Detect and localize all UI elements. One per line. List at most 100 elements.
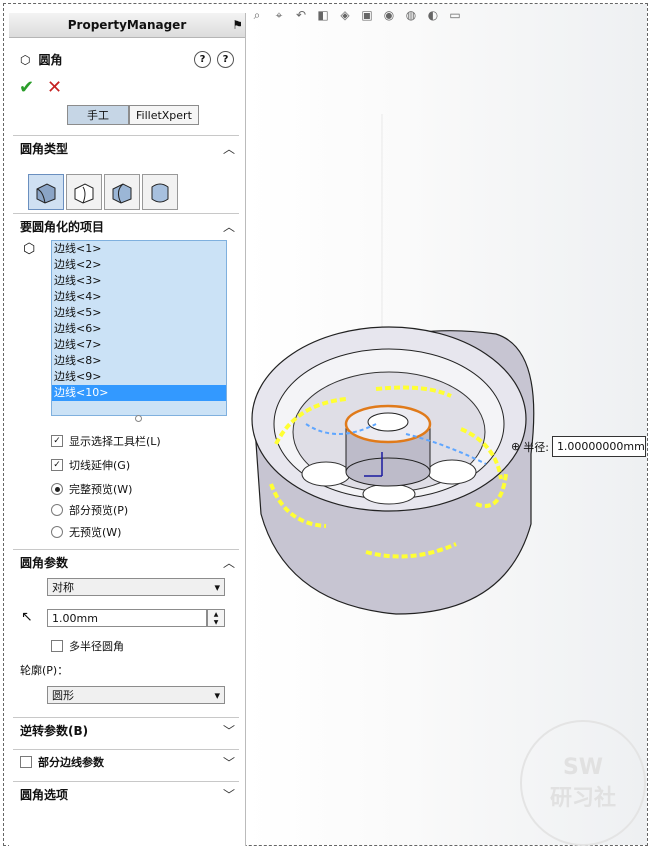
hide-show-icon[interactable]: ◉	[380, 6, 398, 24]
multi-radius-option[interactable]: 多半径圆角	[51, 638, 124, 654]
section-setback-label: 逆转参数(B)	[20, 723, 89, 738]
radius-callout-label: 半径:	[523, 440, 549, 454]
chevron-up-icon: ︿	[222, 141, 235, 156]
edge-list-item[interactable]: 边线<7>	[52, 337, 226, 353]
fillet-type-buttons	[28, 174, 180, 210]
previous-view-icon[interactable]: ↶	[292, 6, 310, 24]
edge-list-item[interactable]: 边线<2>	[52, 257, 226, 273]
view-orientation-icon[interactable]: ◈	[336, 6, 354, 24]
panel-title: PropertyManager	[67, 18, 187, 32]
apply-scene-icon[interactable]: ◐	[424, 6, 442, 24]
section-partial-edge-params[interactable]: 部分边线参数 ﹀	[9, 751, 245, 773]
chevron-down-icon: ﹀	[222, 723, 235, 738]
option-label: 无预览(W)	[69, 526, 122, 539]
edge-list-item[interactable]: 边线<10>	[52, 385, 226, 401]
edge-face-icon: ⬡	[23, 241, 36, 257]
chevron-down-icon: ﹀	[222, 755, 235, 770]
option-label: 多半径圆角	[69, 640, 124, 653]
edge-list-item[interactable]: 边线<9>	[52, 369, 226, 385]
checkbox-unchecked[interactable]	[20, 756, 32, 768]
section-items-label: 要圆角化的项目	[20, 219, 105, 234]
heads-up-toolbar: ⌕ ⌖ ↶ ◧ ◈ ▣ ◉ ◍ ◐ ▭	[248, 6, 464, 24]
full-round-fillet-button[interactable]	[142, 174, 178, 210]
edge-list-item[interactable]: 边线<8>	[52, 353, 226, 369]
section-params-label: 圆角参数	[20, 555, 69, 570]
radio-selected[interactable]	[51, 483, 63, 495]
checkbox-checked[interactable]: ✓	[51, 459, 63, 471]
face-fillet-button[interactable]	[104, 174, 140, 210]
section-options-label: 圆角选项	[20, 787, 69, 802]
symmetry-value: 对称	[52, 581, 74, 594]
profile-select[interactable]: 圆形 ▾	[47, 686, 225, 704]
view-settings-icon[interactable]: ▭	[446, 6, 464, 24]
whats-wrong-icon[interactable]: ?	[194, 51, 211, 68]
cancel-button[interactable]: ✕	[47, 77, 62, 98]
tab-manual[interactable]: 手工	[67, 105, 129, 125]
full-preview-option[interactable]: 完整预览(W)	[51, 481, 132, 497]
section-fillet-options[interactable]: 圆角选项 ﹀	[9, 783, 245, 805]
section-items-to-fillet[interactable]: 要圆角化的项目 ︿	[9, 215, 245, 237]
option-label: 显示选择工具栏(L)	[69, 435, 161, 448]
help-icon[interactable]: ?	[217, 51, 234, 68]
feature-title: 圆角	[38, 53, 63, 67]
checkbox-unchecked[interactable]	[51, 640, 63, 652]
radius-spinner[interactable]: ▲ ▼	[207, 609, 225, 627]
profile-label: 轮廓(P)：	[20, 664, 69, 677]
option-label: 部分预览(P)	[69, 504, 129, 517]
edit-appearance-icon[interactable]: ◍	[402, 6, 420, 24]
partial-preview-option[interactable]: 部分预览(P)	[51, 502, 128, 518]
section-fillet-type[interactable]: 圆角类型 ︿	[9, 137, 245, 159]
checkbox-checked[interactable]: ✓	[51, 435, 63, 447]
dropdown-arrow-icon: ▾	[214, 688, 220, 702]
symmetry-select[interactable]: 对称 ▾	[47, 578, 225, 596]
edge-selection-list[interactable]: 边线<1> 边线<2> 边线<3> 边线<4> 边线<5> 边线<6> 边线<7> 边线<8>…	[51, 240, 227, 416]
divider	[13, 749, 239, 750]
edge-list-item[interactable]: 边线<5>	[52, 305, 226, 321]
tangent-propagation-option[interactable]: ✓ 切线延伸(G)	[51, 457, 130, 473]
edge-list-item[interactable]: 边线<4>	[52, 289, 226, 305]
chevron-down-icon: ﹀	[222, 787, 235, 802]
fillet-icon: ⬡	[20, 52, 31, 67]
radio-unselected[interactable]	[51, 504, 63, 516]
divider	[13, 781, 239, 782]
model-view	[251, 114, 535, 615]
radius-value: 1.00mm	[52, 611, 98, 625]
panel-header: PropertyManager ⚑	[9, 13, 245, 38]
section-fillet-params[interactable]: 圆角参数 ︿	[9, 551, 245, 573]
divider	[13, 213, 239, 214]
divider	[13, 717, 239, 718]
resize-handle[interactable]	[135, 415, 142, 422]
divider	[13, 135, 239, 136]
watermark-bottom: 研习社	[549, 785, 616, 811]
zoom-to-fit-icon[interactable]: ⌕	[248, 6, 266, 24]
radius-callout-input[interactable]: 1.00000000mm	[551, 436, 646, 457]
option-label: 完整预览(W)	[69, 483, 133, 496]
radius-icon: ↖	[21, 609, 33, 625]
no-preview-option[interactable]: 无预览(W)	[51, 524, 121, 540]
radius-callout-icon: ⊕	[511, 440, 521, 453]
edge-list-item[interactable]: 边线<6>	[52, 321, 226, 337]
ok-button[interactable]: ✔	[19, 77, 34, 98]
radius-input[interactable]: 1.00mm	[47, 609, 207, 627]
display-style-icon[interactable]: ▣	[358, 6, 376, 24]
show-selection-toolbar-option[interactable]: ✓ 显示选择工具栏(L)	[51, 433, 161, 449]
dropdown-arrow-icon: ▾	[214, 580, 220, 594]
graphics-viewport[interactable]	[246, 4, 647, 845]
section-partial-label: 部分边线参数	[38, 756, 104, 769]
chevron-up-icon: ︿	[222, 219, 235, 234]
edge-list-item[interactable]: 边线<1>	[52, 241, 226, 257]
divider	[13, 549, 239, 550]
constant-radius-button[interactable]	[28, 174, 64, 210]
radius-callout[interactable]: ⊕ 半径: 1.00000000mm	[511, 436, 646, 457]
property-manager: PropertyManager ⚑ ⬡ 圆角 ? ? ✔ ✕ 手工 Fillet…	[9, 13, 246, 846]
section-setback-params[interactable]: 逆转参数(B) ﹀	[9, 719, 245, 741]
edge-list-item[interactable]: 边线<3>	[52, 273, 226, 289]
section-view-icon[interactable]: ◧	[314, 6, 332, 24]
variable-radius-button[interactable]	[66, 174, 102, 210]
mode-tabs: 手工 FilletXpert	[67, 105, 199, 125]
radio-unselected[interactable]	[51, 526, 63, 538]
pin-icon[interactable]: ⚑	[232, 18, 243, 32]
tab-filletxpert[interactable]: FilletXpert	[129, 105, 199, 125]
zoom-area-icon[interactable]: ⌖	[270, 6, 288, 24]
section-fillet-type-label: 圆角类型	[20, 141, 69, 156]
